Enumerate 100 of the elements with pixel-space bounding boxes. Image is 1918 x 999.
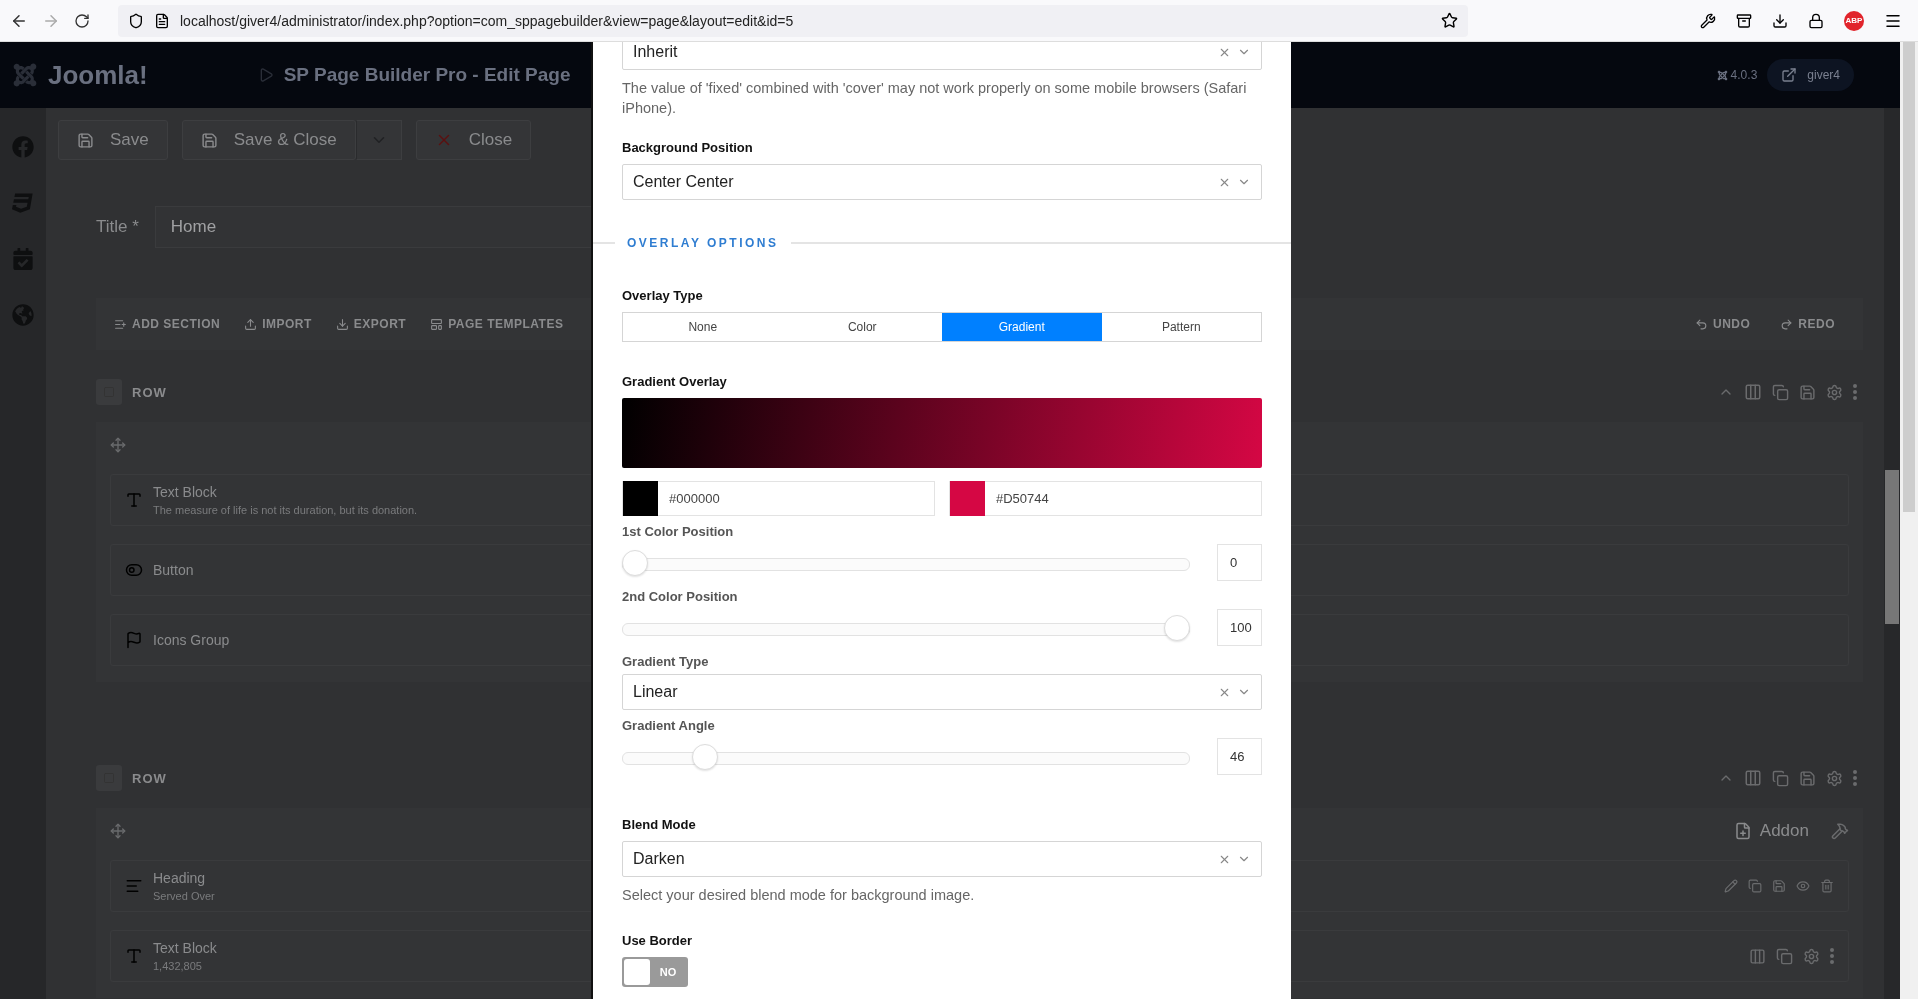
more-icon [1853,770,1857,786]
move-icon[interactable] [110,823,126,839]
settings-button[interactable] [1826,383,1843,401]
globe-icon[interactable] [12,304,34,326]
pencil-icon[interactable] [1724,879,1738,893]
columns-button[interactable] [1744,383,1762,401]
settings-icon[interactable] [1803,947,1820,965]
template-icon [430,317,444,331]
number-field[interactable]: 100 [1217,609,1262,646]
history-action[interactable]: UNDO [1695,317,1751,331]
reload-button[interactable] [74,12,90,29]
wrench-icon[interactable] [1700,12,1716,29]
columns-icon[interactable] [1749,947,1766,965]
more-button[interactable] [1853,770,1857,786]
slider-track[interactable] [622,614,1190,641]
toolbar-action[interactable]: EXPORT [335,317,407,331]
lock-icon[interactable] [1808,12,1824,29]
version-label: 4.0.3 [1716,68,1758,82]
save-close-button[interactable]: Save & Close [181,120,356,160]
user-button[interactable]: giver4 [1767,59,1854,91]
trash-icon[interactable] [1820,879,1834,893]
lines-icon [125,877,143,895]
field-label: Gradient Angle [622,718,716,733]
facebook-icon[interactable] [12,136,34,158]
color-field[interactable]: #D50744 [949,481,1262,516]
field-label: Gradient Type [622,654,710,669]
move-icon[interactable] [110,437,126,453]
copy-button[interactable] [1772,383,1789,401]
save-icon[interactable] [1772,879,1786,893]
save-button[interactable] [1799,769,1816,787]
toolbar-action[interactable]: IMPORT [244,317,312,331]
title-label: Title * [96,217,139,237]
logo-text: Joomla! [48,59,148,91]
joomla-logo-icon [12,62,38,88]
overlay-type-tab[interactable]: Gradient [942,313,1102,341]
row-label: ROW [132,770,167,786]
slider-thumb[interactable] [1164,614,1190,641]
addon-title: Icons Group [153,632,230,648]
more-icon [1830,948,1834,964]
addon-title: Text Block [153,484,218,500]
toggle-switch[interactable]: NO [622,957,688,987]
copy-icon [1772,383,1789,401]
undo-icon [1695,317,1708,331]
css-icon[interactable] [12,192,34,214]
eye-icon[interactable] [1796,879,1810,893]
copy-icon[interactable] [1776,947,1793,965]
save-button[interactable]: Save [58,120,168,160]
more-button[interactable] [1853,384,1857,400]
toolbar-action[interactable]: ADD SECTION [114,317,221,331]
list-plus-icon [114,317,127,331]
toolbar-action[interactable]: PAGE TEMPLATES [430,317,564,331]
columns-button[interactable] [1744,769,1762,787]
field-label: Use Border [622,933,694,948]
address-bar[interactable]: localhost/giver4/administrator/index.php?option=com_sppagebuilder&view=page&layout=edit&id=5 [118,4,1468,37]
download-icon[interactable] [1772,12,1788,29]
number-field[interactable]: 0 [1217,544,1262,581]
addon-subtitle: 1,432,805 [153,960,203,972]
addon-title: Button [153,562,194,578]
flag-icon [125,631,143,649]
save-button[interactable] [1799,383,1816,401]
shield-icon [128,12,144,29]
slider-track[interactable] [622,743,1190,770]
number-field[interactable]: 46 [1217,738,1262,775]
copy-icon [1772,769,1789,787]
reload-icon [74,12,90,29]
select-field[interactable]: Center Center [622,164,1262,200]
select-field[interactable]: Linear [622,674,1262,710]
save-icon [1799,383,1816,401]
toggle-icon [125,561,143,579]
text-icon [125,947,143,965]
help-text: Select your desired blend mode for background image. [622,886,976,905]
save-icon [200,131,218,149]
section-title: OVERLAY OPTIONS [627,236,779,250]
file-plus-icon [1733,822,1752,840]
page-title: SP Page Builder Pro - Edit Page [283,64,571,86]
select-field[interactable]: Darken [622,841,1262,877]
select-field[interactable]: Inherit [622,42,1262,70]
redo-icon [1780,317,1794,331]
slider-track[interactable] [622,549,1190,576]
dropdown-button[interactable] [355,120,402,160]
copy-icon[interactable] [1748,879,1762,893]
columns-icon [1744,383,1762,401]
field-label: Overlay Type [622,288,704,303]
color-field[interactable]: #000000 [622,481,935,516]
slider-thumb[interactable] [692,743,719,770]
joomla-icon [1716,69,1728,81]
copy-button[interactable] [1772,769,1789,787]
tools-icon[interactable] [1831,822,1849,840]
history-action[interactable]: REDO [1780,317,1835,331]
field-label: Blend Mode [622,817,697,832]
upload-icon [244,317,258,331]
extension-badge[interactable]: ABP [1844,10,1864,31]
scrollbar-thumb[interactable] [1903,42,1915,512]
addon-subtitle: The measure of life is not its duration, but its donation. [153,504,418,516]
slider-thumb[interactable] [622,549,648,576]
addon-button[interactable]: Addon [1727,820,1815,842]
close-button[interactable]: Close [415,120,532,160]
settings-button[interactable] [1826,769,1843,787]
scrollbar-thumb[interactable] [1885,470,1899,624]
calendar-check-icon[interactable] [12,248,34,270]
